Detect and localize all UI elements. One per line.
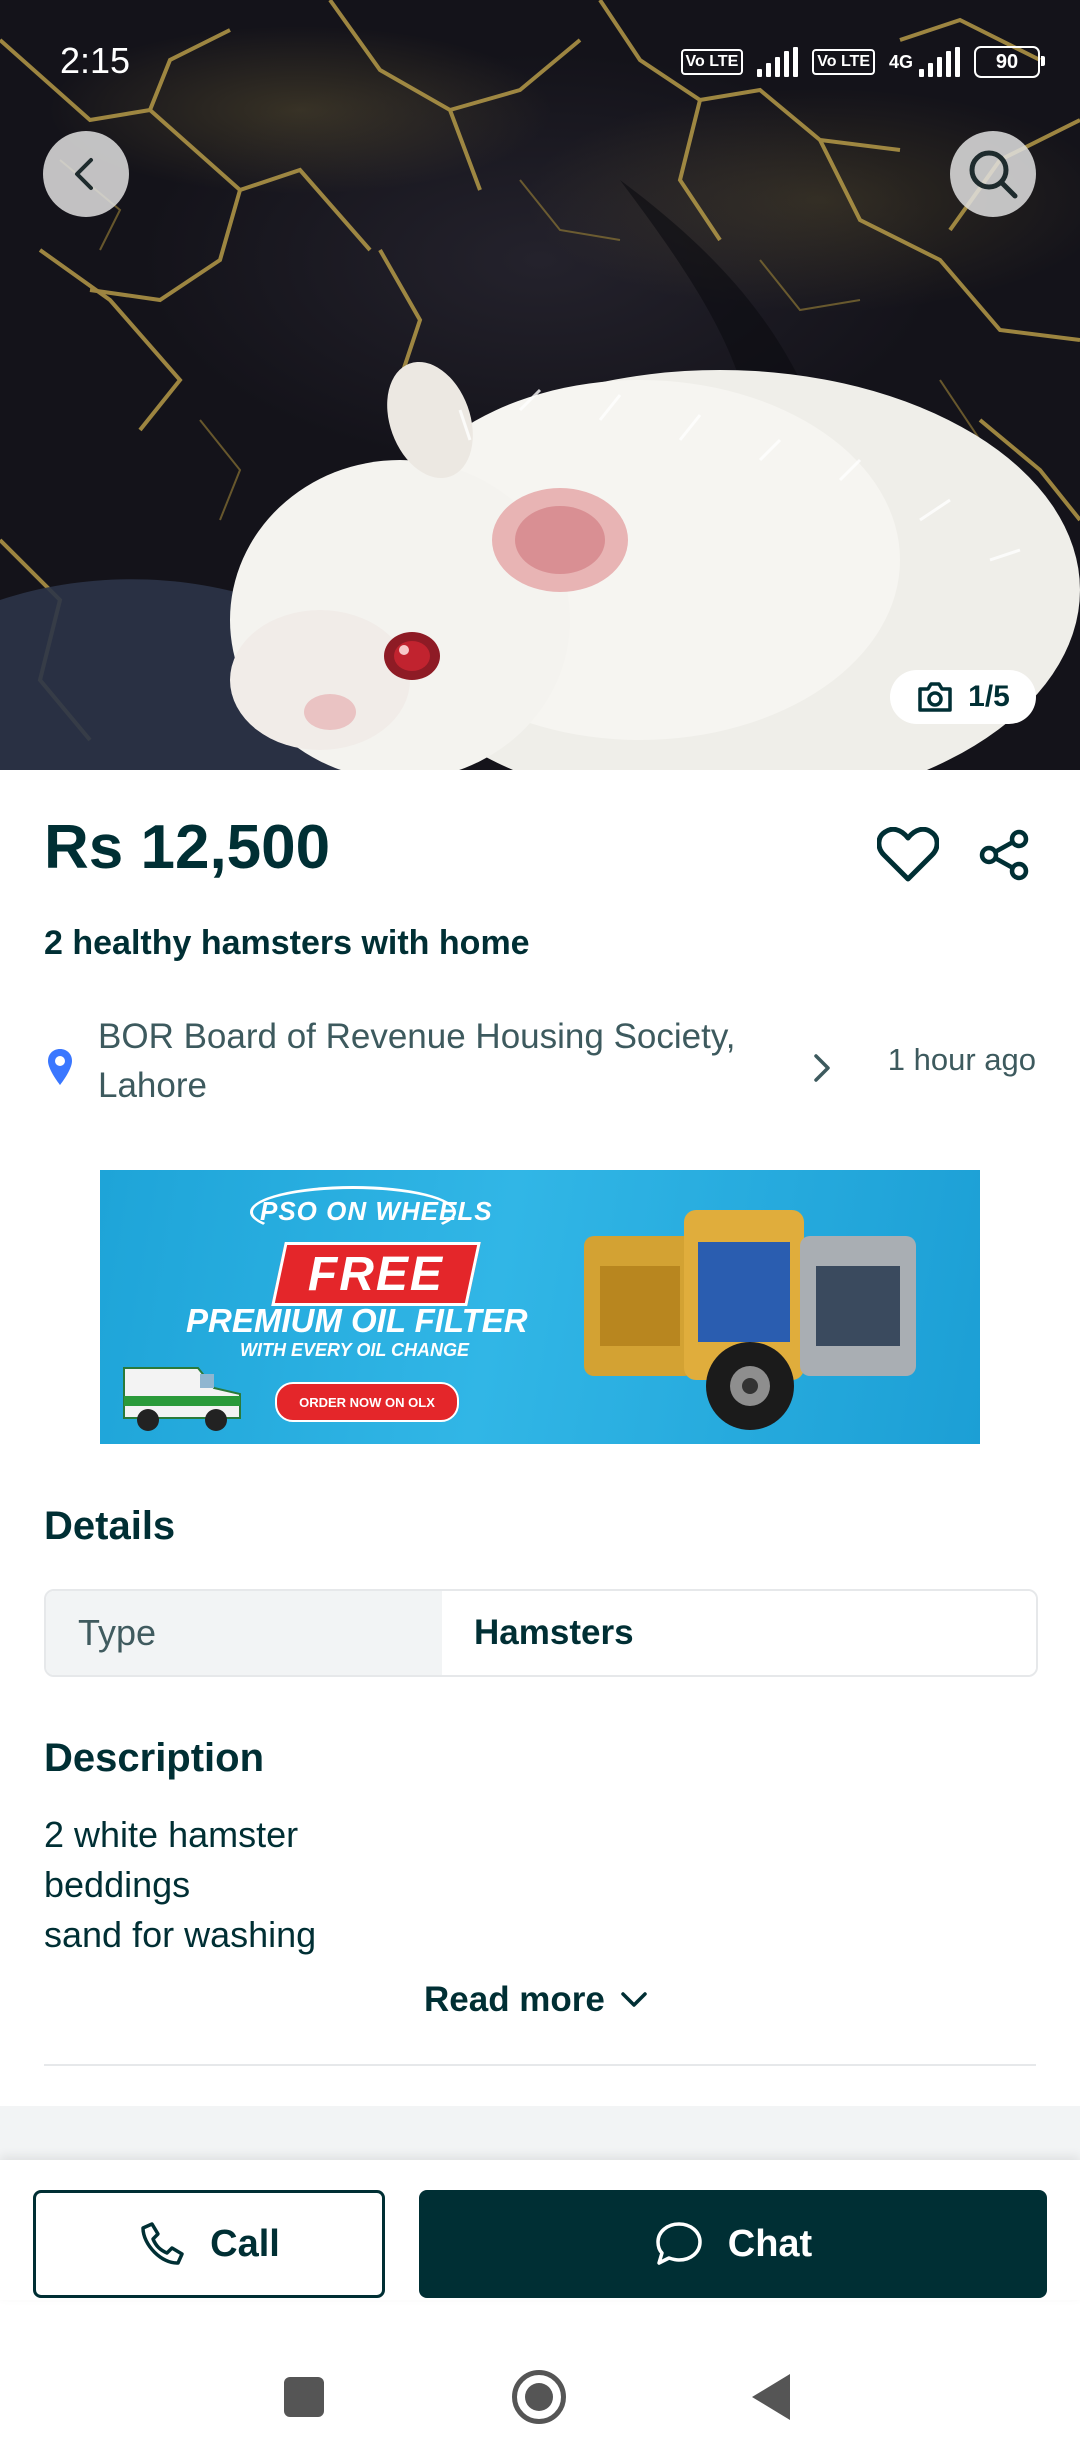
chevron-right-icon	[814, 1054, 830, 1082]
camera-icon	[918, 682, 952, 712]
location-pin-icon	[48, 1049, 72, 1085]
share-icon	[979, 829, 1029, 881]
phone-icon	[141, 2222, 184, 2265]
ad-banner[interactable]: PSO ON WHEELS FREE PREMIUM OIL FILTER WI…	[100, 1170, 980, 1444]
ad-cta: ORDER NOW ON OLX	[275, 1382, 459, 1422]
details-table: Type Hamsters	[44, 1589, 1038, 1677]
home-button[interactable]	[512, 2370, 566, 2424]
location-text: BOR Board of Revenue Housing Society, La…	[98, 1017, 736, 1105]
network-type: 4G	[888, 51, 913, 72]
detail-value: Hamsters	[442, 1591, 1036, 1675]
ad-headline: FREE	[307, 1247, 444, 1301]
favorite-button[interactable]	[872, 820, 944, 890]
oil-bottles-image	[584, 1210, 916, 1430]
description-line: 2 white hamster	[44, 1814, 299, 1855]
description-line: sand for washing	[44, 1914, 317, 1955]
description-line: beddings	[44, 1864, 191, 1905]
chevron-down-icon	[621, 1992, 647, 2007]
listing-price: Rs 12,500	[44, 813, 331, 882]
read-more-label: Read more	[424, 1980, 605, 2019]
status-icons: Vo LTE Vo LTE 4G 90	[680, 46, 1045, 78]
search-icon	[969, 150, 1018, 199]
search-button[interactable]	[950, 131, 1036, 217]
volte-icon: Vo LTE	[812, 49, 875, 75]
status-time: 2:15	[60, 40, 131, 81]
ad-brand: PSO ON WHEELS	[260, 1196, 493, 1226]
location-row[interactable]: BOR Board of Revenue Housing Society, La…	[40, 1012, 1040, 1122]
ad-free-badge: FREE	[271, 1242, 481, 1306]
heart-icon	[877, 827, 939, 882]
read-more-button[interactable]: Read more	[424, 1980, 649, 2020]
description-heading: Description	[44, 1736, 265, 1780]
detail-key: Type	[46, 1591, 442, 1675]
call-button[interactable]: Call	[33, 2190, 385, 2298]
ad-line2: WITH EVERY OIL CHANGE	[240, 1340, 470, 1360]
chat-bubble-icon	[656, 2222, 702, 2265]
description-text: 2 white hamster beddings sand for washin…	[44, 1810, 316, 1960]
system-back-button[interactable]	[752, 2374, 790, 2420]
details-heading: Details	[44, 1504, 176, 1548]
listing-photo[interactable]: 2:15 Vo LTE Vo LTE 4G 90 1/5	[0, 0, 1080, 770]
signal-icon	[757, 47, 799, 77]
posted-time: 1 hour ago	[887, 1042, 1036, 1077]
recents-button[interactable]	[284, 2377, 324, 2417]
signal-icon	[919, 47, 960, 77]
battery-icon: 90	[974, 46, 1045, 78]
divider	[44, 2064, 1036, 2066]
share-button[interactable]	[968, 820, 1040, 890]
chat-button[interactable]: Chat	[419, 2190, 1047, 2298]
chevron-left-icon	[75, 158, 93, 190]
status-bar: 2:15 Vo LTE Vo LTE 4G 90	[0, 0, 1080, 130]
van-icon	[123, 1367, 241, 1431]
photo-counter-text: 1/5	[968, 680, 1010, 713]
listing-title: 2 healthy hamsters with home	[44, 924, 530, 962]
call-label: Call	[210, 2222, 280, 2265]
photo-counter: 1/5	[890, 670, 1036, 724]
back-button[interactable]	[43, 131, 129, 217]
section-separator	[0, 2106, 1080, 2160]
volte-icon: Vo LTE	[680, 49, 744, 75]
ad-line1: PREMIUM OIL FILTER	[186, 1302, 528, 1339]
chat-label: Chat	[727, 2222, 813, 2265]
